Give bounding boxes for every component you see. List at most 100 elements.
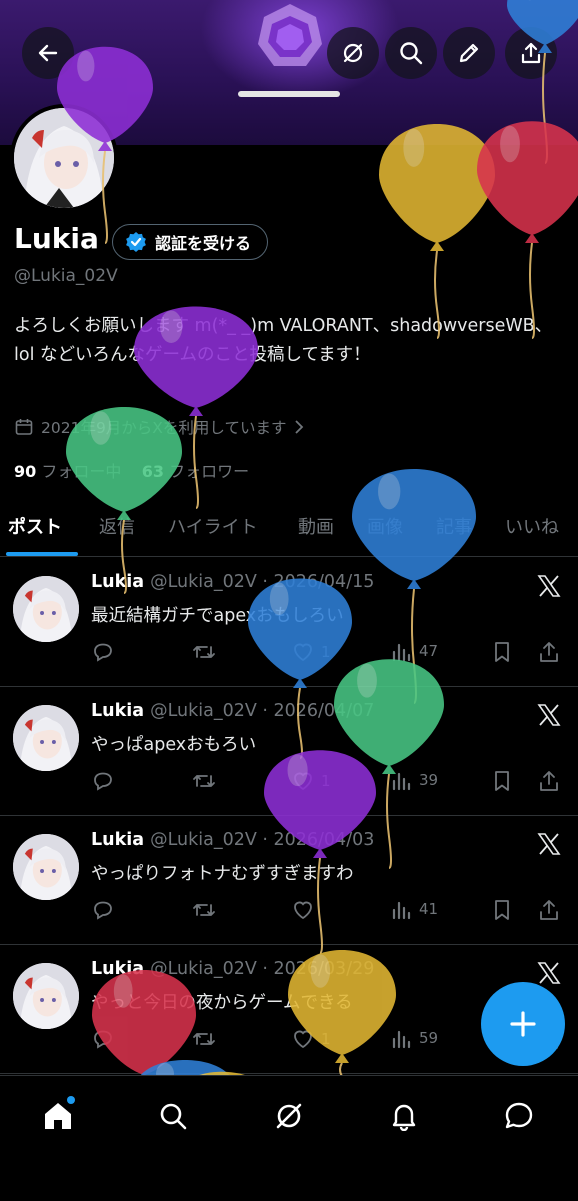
following-link[interactable]: 90 フォロー中: [14, 462, 121, 481]
post[interactable]: Lukia @Lukia_02V · 2026/04/03 やっぱりフォトナむずす…: [0, 816, 578, 945]
views-button[interactable]: 39: [391, 769, 438, 791]
pull-indicator: [238, 91, 340, 97]
nav-home[interactable]: [36, 1094, 80, 1138]
follow-counts: 90 フォロー中 63 フォロワー: [14, 458, 249, 482]
share-post-button[interactable]: [537, 640, 561, 664]
post-author-name[interactable]: Lukia: [91, 830, 144, 850]
post-avatar[interactable]: [13, 963, 79, 1029]
repost-button[interactable]: [191, 898, 217, 922]
post-author-name[interactable]: Lukia: [91, 701, 144, 721]
messages-icon: [503, 1100, 535, 1132]
post-avatar[interactable]: [13, 576, 79, 642]
repost-icon: [191, 640, 217, 664]
followers-link[interactable]: 63 フォロワー: [142, 462, 249, 481]
heart-icon: [291, 898, 315, 922]
post-meta: @Lukia_02V · 2026/04/07: [150, 701, 374, 721]
tab-replies[interactable]: 返信: [99, 513, 135, 539]
post-author-name[interactable]: Lukia: [91, 959, 144, 979]
profile-tabs: ポスト 返信 ハイライト 動画 画像 記事 いいね: [0, 500, 578, 557]
tab-likes[interactable]: いいね: [505, 513, 559, 539]
balloon: [477, 121, 578, 338]
heart-icon: [291, 1027, 315, 1051]
post[interactable]: Lukia@Lukia_02V · 2026/04/15 最近結構ガチでapex…: [0, 558, 578, 687]
search-button[interactable]: [385, 27, 437, 79]
share-post-button[interactable]: [537, 769, 561, 793]
reply-icon: [91, 898, 115, 922]
bookmark-icon: [491, 898, 513, 922]
back-button[interactable]: [22, 27, 74, 79]
reply-button[interactable]: [91, 898, 115, 922]
home-icon: [41, 1099, 75, 1133]
share-button[interactable]: [505, 27, 557, 79]
share-icon: [518, 40, 544, 66]
views-button[interactable]: 41: [391, 898, 438, 920]
tab-posts[interactable]: ポスト: [8, 513, 62, 539]
tab-videos[interactable]: 動画: [298, 513, 334, 539]
chevron-right-icon: [293, 419, 305, 435]
post[interactable]: Lukia @Lukia_02V · 2026/04/07 やっぱapexおもろい…: [0, 687, 578, 816]
heart-icon: [291, 769, 315, 793]
share-icon: [537, 640, 561, 664]
view-count: 47: [419, 642, 438, 660]
x-logo-icon[interactable]: [537, 574, 561, 598]
edit-button[interactable]: [443, 27, 495, 79]
reply-button[interactable]: [91, 640, 115, 664]
post-text: やっぱapexおもろい: [91, 731, 256, 756]
share-post-button[interactable]: [537, 898, 561, 922]
views-icon: [391, 769, 413, 791]
followers-label: フォロワー: [169, 462, 249, 481]
bookmark-icon: [491, 769, 513, 793]
reply-button[interactable]: [91, 1027, 115, 1051]
reply-icon: [91, 640, 115, 664]
edit-icon: [456, 40, 482, 66]
plus-icon: [508, 1009, 538, 1039]
following-label: フォロー中: [41, 462, 121, 481]
nav-notifications[interactable]: [382, 1094, 426, 1138]
profile-avatar[interactable]: [10, 104, 118, 212]
post-avatar[interactable]: [13, 705, 79, 771]
post-author-name[interactable]: Lukia: [91, 572, 144, 592]
joined-date-link[interactable]: 2021年9月からXを利用しています: [14, 416, 305, 438]
tab-articles[interactable]: 記事: [436, 513, 472, 539]
views-icon: [391, 898, 413, 920]
bookmark-button[interactable]: [491, 898, 513, 922]
post-meta: @Lukia_02V · 2026/03/29: [150, 959, 374, 979]
get-verified-label: 認証を受ける: [155, 230, 251, 254]
views-button[interactable]: 59: [391, 1027, 438, 1049]
nav-search[interactable]: [151, 1094, 195, 1138]
share-icon: [537, 898, 561, 922]
post-text: 最近結構ガチでapexおもしろい: [91, 602, 344, 627]
grok-icon: [340, 40, 366, 66]
like-button[interactable]: [291, 898, 321, 922]
profile-handle: @Lukia_02V: [14, 266, 118, 286]
verified-badge-icon: [125, 231, 147, 253]
post-meta: @Lukia_02V · 2026/04/03: [150, 830, 374, 850]
post-text: やっぱりフォトナむずすぎますわ: [91, 860, 354, 885]
x-logo-icon[interactable]: [537, 961, 561, 985]
bookmark-button[interactable]: [491, 769, 513, 793]
search-icon: [158, 1101, 188, 1131]
x-logo-icon[interactable]: [537, 832, 561, 856]
repost-button[interactable]: [191, 1027, 217, 1051]
like-button[interactable]: 1: [291, 1027, 331, 1051]
arrow-left-icon: [36, 41, 60, 65]
repost-button[interactable]: [191, 640, 217, 664]
like-button[interactable]: 1: [291, 769, 331, 793]
search-icon: [398, 40, 424, 66]
like-button[interactable]: 1: [291, 640, 331, 664]
nav-grok[interactable]: [267, 1094, 311, 1138]
bookmark-button[interactable]: [491, 640, 513, 664]
profile-name: Lukia: [14, 222, 99, 255]
reply-button[interactable]: [91, 769, 115, 793]
post-avatar[interactable]: [13, 834, 79, 900]
get-verified-button[interactable]: 認証を受ける: [112, 224, 268, 260]
tab-highlights[interactable]: ハイライト: [168, 513, 258, 539]
views-button[interactable]: 47: [391, 640, 438, 662]
grok-button[interactable]: [327, 27, 379, 79]
x-logo-icon[interactable]: [537, 703, 561, 727]
repost-button[interactable]: [191, 769, 217, 793]
repost-icon: [191, 769, 217, 793]
compose-post-button[interactable]: [481, 982, 565, 1066]
nav-messages[interactable]: [497, 1094, 541, 1138]
tab-images[interactable]: 画像: [367, 513, 403, 539]
